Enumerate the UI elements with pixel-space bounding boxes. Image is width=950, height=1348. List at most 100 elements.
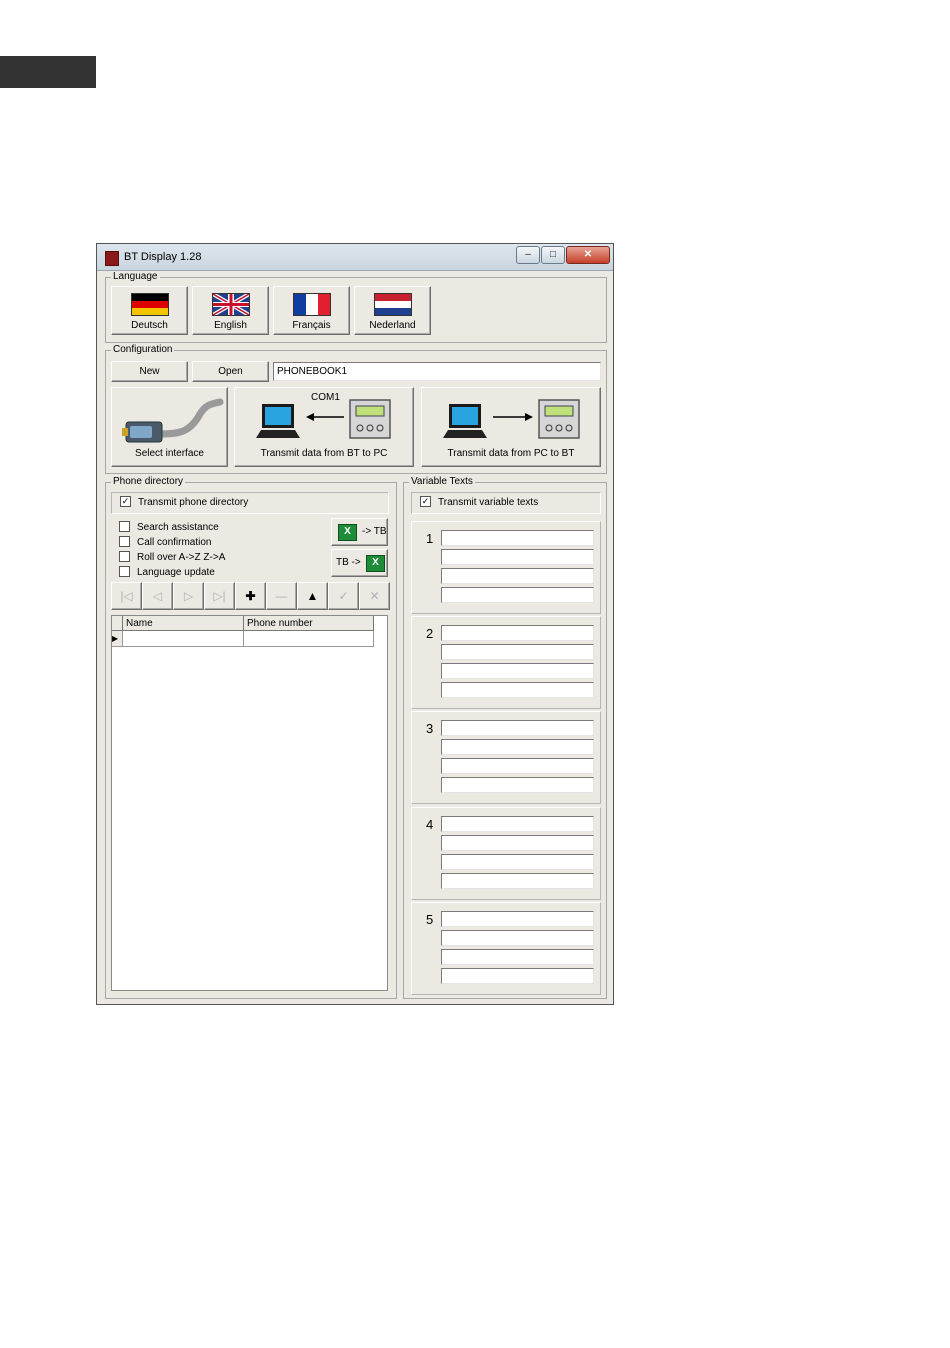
close-button[interactable]: ✕ — [566, 246, 610, 264]
column-header-phone-number[interactable]: Phone number — [244, 616, 374, 631]
transmit-phone-directory-label: Transmit phone directory — [138, 497, 249, 508]
maximize-button[interactable]: □ — [541, 246, 565, 264]
germany-flag-icon — [131, 293, 169, 316]
nav-post-button[interactable]: ✓ — [328, 582, 359, 610]
language-button-english[interactable]: English — [192, 286, 269, 335]
roll-over-label: Roll over A->Z Z->A — [137, 552, 226, 563]
variable-text-line-input[interactable] — [441, 968, 594, 984]
nav-next-button[interactable]: ▷ — [173, 582, 204, 610]
transmit-phone-directory-checkbox[interactable]: ✓ Transmit phone directory — [120, 495, 249, 510]
bt-display-device-icon — [349, 399, 391, 439]
arrow-right-icon — [493, 413, 533, 421]
nav-delete-button[interactable]: — — [266, 582, 297, 610]
new-button-label: New — [139, 366, 160, 377]
new-button[interactable]: New — [111, 361, 188, 382]
france-flag-icon — [293, 293, 331, 316]
grid-indicator-header — [112, 616, 123, 631]
variable-text-block-2: 2 — [411, 616, 601, 709]
variable-text-line-input[interactable] — [441, 587, 594, 603]
variable-text-line-input[interactable] — [441, 911, 594, 927]
nav-first-button[interactable]: |◁ — [111, 582, 142, 610]
select-interface-label: Select interface — [135, 448, 204, 459]
excel-to-tb-button[interactable]: X -> TB — [331, 518, 388, 546]
checkbox-unchecked-icon — [119, 535, 130, 547]
window-title: BT Display 1.28 — [124, 251, 202, 263]
transmit-variable-texts-checkbox[interactable]: ✓ Transmit variable texts — [420, 495, 538, 510]
variable-text-line-input[interactable] — [441, 644, 594, 660]
title-bar: BT Display 1.28 – □ ✕ — [97, 244, 613, 271]
table-cell-name[interactable] — [123, 631, 244, 647]
variable-text-line-input[interactable] — [441, 816, 594, 832]
open-button-label: Open — [218, 366, 243, 377]
language-update-label: Language update — [137, 567, 215, 578]
close-icon: ✕ — [583, 249, 593, 260]
column-header-name[interactable]: Name — [123, 616, 244, 631]
variable-text-line-input[interactable] — [441, 930, 594, 946]
uk-flag-icon — [212, 293, 250, 316]
nav-prior-button[interactable]: ◁ — [142, 582, 173, 610]
variable-text-line-input[interactable] — [441, 663, 594, 679]
transmit-variable-texts-panel: ✓ Transmit variable texts — [411, 492, 601, 514]
variable-text-line-input[interactable] — [441, 777, 594, 793]
last-record-icon: ▷| — [213, 589, 226, 603]
nav-last-button[interactable]: ▷| — [204, 582, 235, 610]
transmit-bt-to-pc-button[interactable]: COM1 Transmit data from BT to PC — [234, 387, 414, 467]
checkbox-unchecked-icon — [119, 565, 130, 577]
language-button-nederland[interactable]: Nederland — [354, 286, 431, 335]
table-cell-phone-number[interactable] — [244, 631, 374, 647]
checkbox-unchecked-icon — [119, 520, 130, 532]
checkbox-checked-icon: ✓ — [120, 495, 131, 507]
variable-text-line-input[interactable] — [441, 625, 594, 641]
phone-directory-group-label: Phone directory — [111, 476, 186, 488]
checkbox-unchecked-icon — [119, 550, 130, 562]
variable-text-line-input[interactable] — [441, 854, 594, 870]
open-button[interactable]: Open — [192, 361, 269, 382]
config-file-name-field[interactable]: PHONEBOOK1 — [273, 362, 601, 381]
variable-text-line-input[interactable] — [441, 873, 594, 889]
transmit-phone-directory-panel: ✓ Transmit phone directory — [111, 492, 389, 514]
bt-display-device-icon — [538, 399, 580, 439]
call-confirmation-checkbox[interactable]: Call confirmation — [119, 535, 212, 550]
bt-to-pc-label: Transmit data from BT to PC — [260, 448, 388, 459]
select-interface-button[interactable]: Select interface — [111, 387, 228, 467]
cancel-icon: ✕ — [369, 589, 380, 603]
excel-icon: X — [338, 524, 357, 541]
pc-to-bt-illustration — [443, 399, 580, 439]
search-assistance-checkbox[interactable]: Search assistance — [119, 520, 219, 535]
phone-directory-grid[interactable]: Name Phone number ▶ — [111, 615, 388, 991]
variable-text-line-input[interactable] — [441, 949, 594, 965]
variable-text-line-input[interactable] — [441, 739, 594, 755]
row-pointer-icon: ▶ — [112, 634, 119, 643]
variable-text-line-input[interactable] — [441, 835, 594, 851]
maximize-icon: □ — [549, 249, 557, 260]
variable-text-line-input[interactable] — [441, 758, 594, 774]
variable-texts-group-label: Variable Texts — [409, 476, 475, 488]
variable-text-line-input[interactable] — [441, 682, 594, 698]
variable-text-line-input[interactable] — [441, 530, 594, 546]
nav-edit-button[interactable]: ▲ — [297, 582, 328, 610]
next-record-icon: ▷ — [183, 589, 194, 603]
language-button-francais[interactable]: Français — [273, 286, 350, 335]
variable-text-line-input[interactable] — [441, 720, 594, 736]
minus-icon: — — [275, 589, 288, 603]
nav-insert-button[interactable]: ✚ — [235, 582, 266, 610]
variable-text-number: 2 — [426, 626, 434, 641]
checkmark-icon: ✓ — [338, 589, 349, 603]
language-button-deutsch[interactable]: Deutsch — [111, 286, 188, 335]
variable-text-number: 5 — [426, 912, 434, 927]
pc-icon — [443, 404, 487, 438]
call-confirmation-label: Call confirmation — [137, 537, 212, 548]
minimize-button[interactable]: – — [516, 246, 540, 264]
nav-cancel-button[interactable]: ✕ — [359, 582, 390, 610]
variable-text-line-input[interactable] — [441, 549, 594, 565]
variable-text-line-input[interactable] — [441, 568, 594, 584]
variable-text-block-1: 1 — [411, 521, 601, 614]
roll-over-checkbox[interactable]: Roll over A->Z Z->A — [119, 550, 226, 565]
first-record-icon: |◁ — [120, 589, 133, 603]
serial-cable-icon — [122, 398, 224, 443]
tb-to-excel-button[interactable]: TB -> X — [331, 549, 388, 577]
configuration-group-label: Configuration — [111, 344, 175, 356]
language-update-checkbox[interactable]: Language update — [119, 565, 215, 580]
transmit-pc-to-bt-button[interactable]: Transmit data from PC to BT — [421, 387, 601, 467]
pc-icon — [256, 404, 300, 438]
